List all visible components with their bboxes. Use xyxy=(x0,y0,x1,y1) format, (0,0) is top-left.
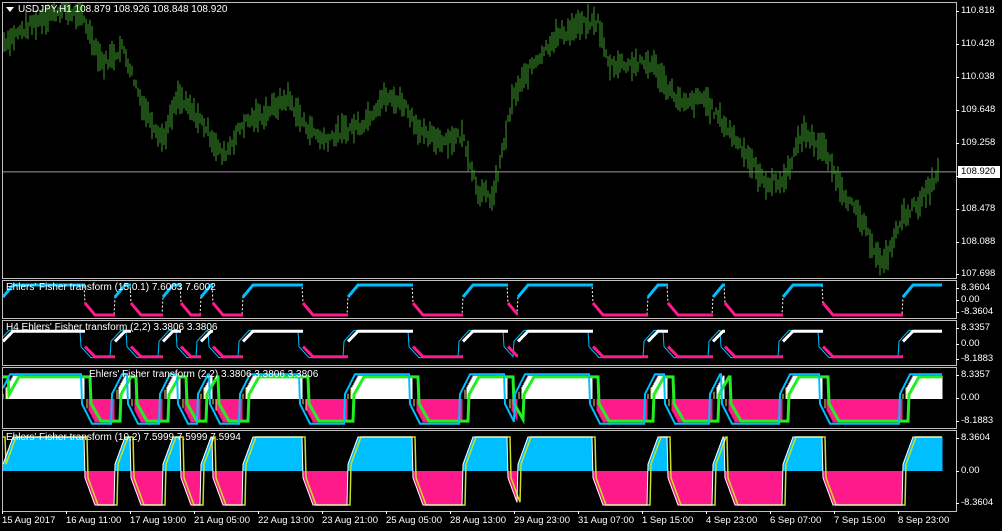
fisher-up-line xyxy=(901,329,942,343)
time-label: 25 Aug 05:00 xyxy=(386,511,442,526)
price-bars xyxy=(3,3,956,276)
time-label: 17 Aug 19:00 xyxy=(130,511,186,526)
fisher-down-line xyxy=(83,302,115,317)
fisher-up-line xyxy=(461,283,508,298)
fisher-up-line xyxy=(241,329,303,343)
indicator-tick: 0.00 xyxy=(956,465,980,476)
time-label: 6 Sep 07:00 xyxy=(770,511,822,526)
fisher-up-line xyxy=(781,283,823,298)
indicator-pane-fisher-2-2[interactable]: Ehlers' Fisher transform (2,2) 3.3806 3.… xyxy=(2,367,957,429)
indicator-tick: 8.3357 xyxy=(955,322,991,333)
fisher-up-line xyxy=(711,283,725,298)
price-tick: 107.698 xyxy=(955,268,996,279)
indicator-tick: -8.3604 xyxy=(955,306,994,317)
ohlc-values: 108.879 108.926 108.848 108.920 xyxy=(74,4,228,15)
price-tick: 108.088 xyxy=(955,236,996,247)
fisher-down-line xyxy=(666,345,713,359)
fisher-down-line xyxy=(411,345,463,359)
fisher-up-line xyxy=(461,329,508,343)
fisher-down-line xyxy=(301,345,348,359)
indicator-tick: 0.00 xyxy=(956,338,980,349)
fisher-down-line xyxy=(591,345,648,359)
price-axis[interactable]: 110.818 110.428 110.038 109.648 109.258 … xyxy=(955,0,1002,531)
indicator-label: Ehlers' Fisher transform (15,0.1) 7.6003… xyxy=(6,282,216,293)
price-tick: 108.478 xyxy=(955,203,996,214)
chart-window[interactable]: USDJPY,H1 108.879 108.926 108.848 108.92… xyxy=(0,0,1002,531)
time-label: 21 Aug 05:00 xyxy=(194,511,250,526)
time-label: 31 Aug 07:00 xyxy=(578,511,634,526)
price-tick: 110.428 xyxy=(956,38,995,49)
fisher-up-line xyxy=(711,329,725,343)
fisher-up-line xyxy=(781,329,823,343)
symbol-label: USDJPY,H1 xyxy=(18,4,72,15)
time-label: 29 Aug 23:00 xyxy=(514,511,570,526)
indicator-tick: 0.00 xyxy=(956,392,980,403)
fisher-down-line xyxy=(411,302,463,317)
fisher-down-line xyxy=(179,345,201,359)
indicator-pane-fisher-10-2[interactable]: Ehlers' Fisher transform (10,2) 7.5999 7… xyxy=(2,430,957,512)
indicator-tick: -8.3604 xyxy=(955,497,994,508)
time-label: 22 Aug 13:00 xyxy=(258,511,314,526)
current-price-label: 108.920 xyxy=(958,166,1000,178)
time-label: 7 Sep 15:00 xyxy=(834,511,886,526)
indicator-tick: -8.1883 xyxy=(955,353,994,364)
fisher-down-line xyxy=(591,302,648,317)
time-label: 1 Sep 15:00 xyxy=(642,511,694,526)
time-label: 23 Aug 21:00 xyxy=(322,511,378,526)
indicator-pane-fisher-15[interactable]: Ehlers' Fisher transform (15,0.1) 7.6003… xyxy=(2,280,957,319)
price-tick: 110.038 xyxy=(956,71,995,82)
signal-line xyxy=(3,329,942,359)
indicator-tick: 8.3604 xyxy=(955,432,991,443)
symbol-header: USDJPY,H1 108.879 108.926 108.848 108.92… xyxy=(6,4,227,15)
fisher-down-line xyxy=(129,302,163,317)
price-tick: 110.818 xyxy=(956,5,995,16)
price-tick: 109.648 xyxy=(955,104,996,115)
fisher-up-line xyxy=(241,283,303,298)
fisher-up-line xyxy=(646,283,668,298)
collapse-triangle-icon[interactable] xyxy=(6,6,14,12)
fisher-down-line xyxy=(821,302,903,317)
indicator-tick: 8.3604 xyxy=(955,282,991,293)
fisher-up-line xyxy=(346,329,413,343)
indicator-tick: 8.3357 xyxy=(955,369,991,380)
indicator-label: Ehlers' Fisher transform (10,2) 7.5999 7… xyxy=(6,432,241,443)
fisher-down-line xyxy=(723,345,783,359)
fisher-down-line xyxy=(211,302,243,317)
time-label: 16 Aug 11:00 xyxy=(66,511,122,526)
indicator-label: H4 Ehlers' Fisher transform (2,2) 3.3806… xyxy=(6,322,218,333)
fisher-down-line xyxy=(821,345,903,359)
indicator-tick: -8.1883 xyxy=(955,415,994,426)
time-label: 28 Aug 13:00 xyxy=(450,511,506,526)
price-chart-pane[interactable]: USDJPY,H1 108.879 108.926 108.848 108.92… xyxy=(2,2,957,279)
time-label: 8 Sep 23:00 xyxy=(898,511,950,526)
time-label: 15 Aug 2017 xyxy=(2,511,56,526)
fisher-up-line xyxy=(516,283,593,298)
fisher-up-line xyxy=(346,283,413,298)
fisher-down-line xyxy=(301,302,348,317)
indicator-pane-h4-fisher[interactable]: H4 Ehlers' Fisher transform (2,2) 3.3806… xyxy=(2,320,957,366)
fisher-down-line xyxy=(506,302,519,316)
fisher-up-line xyxy=(516,329,593,343)
time-label: 4 Sep 23:00 xyxy=(706,511,758,526)
time-axis[interactable]: 15 Aug 2017 16 Aug 11:00 17 Aug 19:00 21 Au… xyxy=(0,511,960,531)
fisher-down-line xyxy=(723,302,783,317)
indicator-tick: 0.00 xyxy=(956,294,980,305)
indicator-label: Ehlers' Fisher transform (2,2) 3.3806 3.… xyxy=(89,369,319,380)
fisher-up-line xyxy=(646,329,668,343)
fisher-down-line xyxy=(179,302,201,317)
fisher-up-line xyxy=(901,283,942,298)
fisher-down-line xyxy=(666,302,713,317)
price-tick: 109.258 xyxy=(955,137,996,148)
indicator-histogram xyxy=(3,436,943,506)
